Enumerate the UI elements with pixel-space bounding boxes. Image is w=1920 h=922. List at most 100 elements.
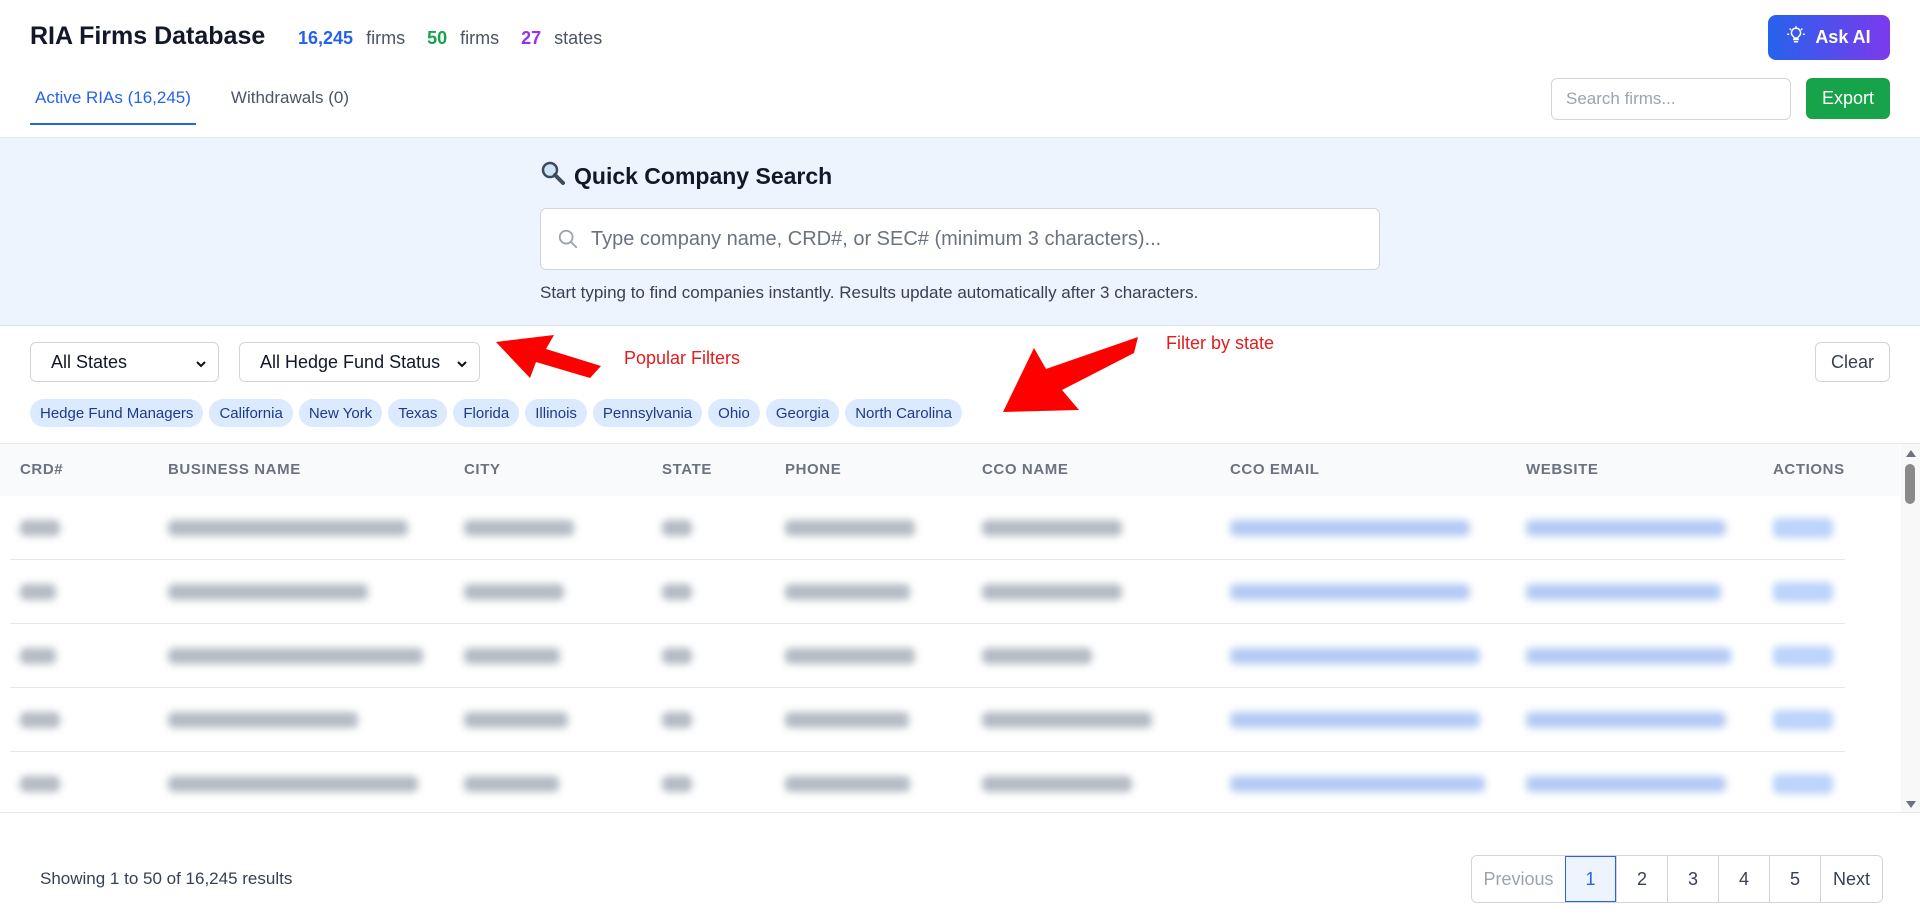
column-header-crd[interactable]: CRD# xyxy=(20,461,63,478)
chevron-down-icon xyxy=(194,355,208,376)
filter-by-state-arrow xyxy=(1003,337,1138,412)
redacted-cell xyxy=(662,776,692,792)
tab-withdrawals[interactable]: Withdrawals (0) xyxy=(226,84,354,125)
page-button-3[interactable]: 3 xyxy=(1667,856,1718,902)
quick-search-hint: Start typing to find companies instantly… xyxy=(540,283,1199,302)
chip-pennsylvania[interactable]: Pennsylvania xyxy=(592,399,703,427)
chip-illinois[interactable]: Illinois xyxy=(525,399,587,427)
chip-north-carolina[interactable]: North Carolina xyxy=(845,399,962,427)
redacted-cell xyxy=(1230,584,1470,600)
next-page-button[interactable]: Next xyxy=(1820,856,1882,902)
redacted-cell xyxy=(982,776,1132,792)
redacted-cell xyxy=(785,648,915,664)
redacted-cell xyxy=(168,520,408,536)
scroll-down-arrow-icon[interactable] xyxy=(1906,801,1916,808)
stat-unit: firms xyxy=(366,28,406,48)
ask-ai-button[interactable]: Ask AI xyxy=(1768,15,1890,60)
redacted-cell xyxy=(168,712,358,728)
table-row[interactable] xyxy=(10,688,1845,752)
column-header-website[interactable]: WEBSITE xyxy=(1526,461,1599,478)
redacted-cell xyxy=(1230,520,1470,536)
redacted-cell xyxy=(982,584,1122,600)
table-row[interactable] xyxy=(10,624,1845,688)
redacted-cell xyxy=(785,712,909,728)
redacted-cell xyxy=(168,648,423,664)
stat-value: 50 xyxy=(427,28,448,48)
redacted-cell xyxy=(464,520,574,536)
redacted-cell xyxy=(464,648,560,664)
redacted-cell xyxy=(662,584,692,600)
stat-states: 27 states xyxy=(521,28,602,49)
column-header-cco-name[interactable]: CCO NAME xyxy=(982,461,1068,478)
chip-california[interactable]: California xyxy=(209,399,293,427)
stat-value: 16,245 xyxy=(298,28,354,48)
quick-search-heading: Quick Company Search xyxy=(540,160,832,192)
redacted-cell xyxy=(982,520,1122,536)
chip-hedge-fund-managers[interactable]: Hedge Fund Managers xyxy=(30,399,204,427)
redacted-cell xyxy=(464,712,568,728)
export-button[interactable]: Export xyxy=(1806,78,1890,119)
column-header-phone[interactable]: PHONE xyxy=(785,461,841,478)
scrollbar-thumb[interactable] xyxy=(1905,464,1915,504)
row-action-button[interactable] xyxy=(1773,710,1833,730)
quick-search-title: Quick Company Search xyxy=(574,162,833,189)
search-firms-input[interactable] xyxy=(1551,78,1791,120)
ask-ai-label: Ask AI xyxy=(1815,27,1871,47)
state-select[interactable]: All States xyxy=(30,342,219,382)
chip-georgia[interactable]: Georgia xyxy=(765,399,840,427)
app-title: RIA Firms Database xyxy=(30,22,266,50)
column-header-actions: ACTIONS xyxy=(1773,461,1845,478)
redacted-cell xyxy=(20,712,60,728)
quick-search-panel: Quick Company Search Start typing to fin… xyxy=(0,138,1920,326)
redacted-cell xyxy=(1230,712,1480,728)
tab-active-rias[interactable]: Active RIAs (16,245) xyxy=(30,84,196,125)
column-header-business-name[interactable]: BUSINESS NAME xyxy=(168,461,301,478)
chip-florida[interactable]: Florida xyxy=(453,399,520,427)
chip-new-york[interactable]: New York xyxy=(298,399,383,427)
clear-filters-button[interactable]: Clear xyxy=(1815,342,1890,382)
popular-filter-chips: Hedge Fund Managers California New York … xyxy=(30,399,962,427)
redacted-cell xyxy=(464,776,559,792)
tab-bar: Active RIAs (16,245) Withdrawals (0) xyxy=(30,84,384,125)
row-action-button[interactable] xyxy=(1773,518,1833,538)
redacted-cell xyxy=(1230,776,1485,792)
redacted-cell xyxy=(785,776,910,792)
search-icon xyxy=(557,228,579,255)
stats-bar: 16,245 firms 50 firms 27 states xyxy=(298,28,624,49)
redacted-cell xyxy=(785,520,915,536)
table-row[interactable] xyxy=(10,752,1845,812)
redacted-cell xyxy=(168,776,418,792)
pagination: Previous 1 2 3 4 5 Next xyxy=(1471,855,1883,903)
page-button-5[interactable]: 5 xyxy=(1769,856,1820,902)
redacted-cell xyxy=(1526,776,1726,792)
quick-search-input[interactable] xyxy=(591,209,1371,269)
column-header-cco-email[interactable]: CCO EMAIL xyxy=(1230,461,1320,478)
row-action-button[interactable] xyxy=(1773,646,1833,666)
table-scrollbar[interactable] xyxy=(1901,444,1920,812)
scroll-up-arrow-icon[interactable] xyxy=(1906,450,1916,457)
popular-filters-arrow xyxy=(496,335,601,378)
hedge-fund-select[interactable]: All Hedge Fund Status xyxy=(239,342,480,382)
table-row[interactable] xyxy=(10,560,1845,624)
column-header-state[interactable]: STATE xyxy=(662,461,712,478)
chip-texas[interactable]: Texas xyxy=(388,399,448,427)
row-action-button[interactable] xyxy=(1773,582,1833,602)
page-button-2[interactable]: 2 xyxy=(1616,856,1667,902)
column-header-city[interactable]: CITY xyxy=(464,461,501,478)
redacted-cell xyxy=(20,648,56,664)
redacted-cell xyxy=(1230,648,1480,664)
stat-shown-firms: 50 firms xyxy=(427,28,499,49)
redacted-cell xyxy=(1526,712,1726,728)
redacted-cell xyxy=(982,648,1092,664)
hedge-fund-select-value: All Hedge Fund Status xyxy=(260,351,441,372)
magnifier-icon xyxy=(540,160,566,192)
chip-ohio[interactable]: Ohio xyxy=(708,399,760,427)
redacted-cell xyxy=(1526,648,1731,664)
table-row[interactable] xyxy=(10,496,1845,560)
row-action-button[interactable] xyxy=(1773,774,1833,794)
quick-search-box[interactable] xyxy=(540,208,1380,270)
page-button-4[interactable]: 4 xyxy=(1718,856,1769,902)
previous-page-button[interactable]: Previous xyxy=(1472,856,1565,902)
stat-value: 27 xyxy=(521,28,542,48)
page-button-1[interactable]: 1 xyxy=(1565,856,1616,902)
